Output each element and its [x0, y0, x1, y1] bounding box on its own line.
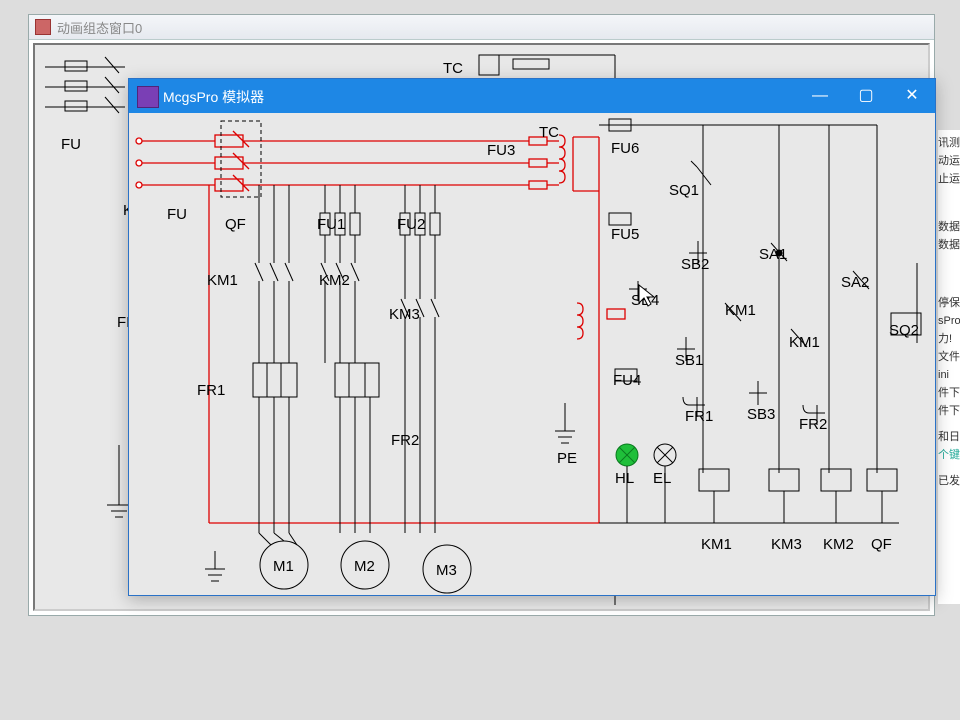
label-sq1: SQ1: [669, 182, 699, 199]
side-l2: 动运: [938, 152, 960, 170]
simulator-app-icon: [137, 86, 159, 108]
side-l13: 和日: [938, 428, 960, 446]
label-sb2: SB2: [681, 256, 709, 273]
side-l12: 件下载: [938, 402, 960, 420]
side-l10: ini: [938, 366, 960, 384]
side-l1: 讯测: [938, 134, 960, 152]
three-phase-lines: [136, 131, 625, 523]
label-km3-coil: KM3: [771, 536, 802, 553]
side-l5: 数据: [938, 236, 960, 254]
label-m1: M1: [273, 558, 294, 575]
control-circuit: [599, 119, 921, 523]
simulator-titlebar[interactable]: McgsPro 模拟器 — ▢ ✕: [129, 79, 935, 113]
side-l14: 个键: [938, 446, 960, 464]
power-drops: [205, 185, 575, 593]
label-m3: M3: [436, 562, 457, 579]
label-qf-coil: QF: [871, 536, 892, 553]
label-fu6: FU6: [611, 140, 639, 157]
label-km2-coil: KM2: [823, 536, 854, 553]
label-sq2: SQ2: [889, 322, 919, 339]
minimize-button[interactable]: —: [797, 79, 843, 113]
label-km1c-b: KM1: [789, 334, 820, 351]
label-sa1: SA1: [759, 246, 787, 263]
label-el: EL: [653, 470, 671, 487]
side-log-panel: 讯测 动运 止运 数据 数据 停保 sPro 力! 文件 ini 件下载 件下载…: [938, 130, 960, 604]
label-hl: HL: [615, 470, 634, 487]
label-sa2: SA2: [841, 274, 869, 291]
label-tc: TC: [539, 124, 559, 141]
label-fu5: FU5: [611, 226, 639, 243]
side-l3: 止运: [938, 170, 960, 188]
label-fr2c: FR2: [799, 416, 827, 433]
side-l11: 件下载: [938, 384, 960, 402]
label-fr1: FR1: [197, 382, 225, 399]
label-km1: KM1: [207, 272, 238, 289]
label-fu1: FU1: [317, 216, 345, 233]
close-button[interactable]: ✕: [889, 79, 935, 113]
label-sb1: SB1: [675, 352, 703, 369]
label-fu: FU: [167, 206, 187, 223]
side-l6: 停保: [938, 294, 960, 312]
side-l7: sPro: [938, 312, 960, 330]
label-fr2: FR2: [391, 432, 419, 449]
side-l4: 数据: [938, 218, 960, 236]
label-km2: KM2: [319, 272, 350, 289]
label-pe: PE: [557, 450, 577, 467]
simulator-title: McgsPro 模拟器: [163, 87, 264, 107]
label-fu2: FU2: [397, 216, 425, 233]
label-km1-coil: KM1: [701, 536, 732, 553]
editor-title: 动画组态窗口0: [57, 18, 142, 37]
maximize-button[interactable]: ▢: [843, 79, 889, 113]
label-fu3: FU3: [487, 142, 515, 159]
label-fr1c: FR1: [685, 408, 713, 425]
editor-titlebar: 动画组态窗口0: [29, 15, 934, 40]
bg-label-fu: FU: [61, 136, 81, 153]
editor-app-icon: [35, 19, 51, 35]
side-l8: 力!: [938, 330, 960, 348]
side-l9: 文件: [938, 348, 960, 366]
label-km1c-a: KM1: [725, 302, 756, 319]
label-qf: QF: [225, 216, 246, 233]
label-km3: KM3: [389, 306, 420, 323]
simulator-window: McgsPro 模拟器 — ▢ ✕: [128, 78, 936, 596]
circuit-diagram: FU QF FU1 FU2 FU3 TC KM1 KM2 KM3 FR1 FR2…: [129, 113, 935, 595]
bg-label-tc: TC: [443, 60, 463, 77]
label-sb3: SB3: [747, 406, 775, 423]
simulator-canvas: FU QF FU1 FU2 FU3 TC KM1 KM2 KM3 FR1 FR2…: [129, 113, 935, 595]
label-m2: M2: [354, 558, 375, 575]
label-fu4: FU4: [613, 372, 641, 389]
side-l15: 已发送: [938, 472, 960, 490]
